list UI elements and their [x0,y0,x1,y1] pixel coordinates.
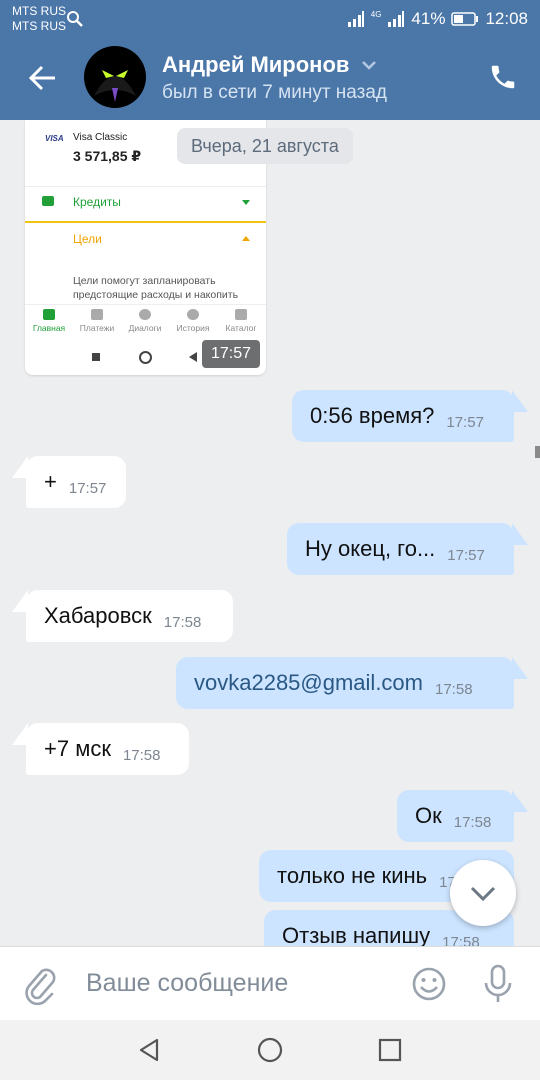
message-bubble-incoming[interactable]: Хабаровск 17:58 [26,590,233,642]
message-list[interactable]: VISA Visa Classic 3 571,85 ₽ Кредиты Цел… [0,120,540,946]
message-time: 17:57 [68,479,107,497]
microphone-icon[interactable] [482,963,514,1005]
wallet-icon [42,196,54,206]
image-timestamp: 17:57 [202,340,260,368]
credits-row: Кредиты [25,186,266,223]
message-input[interactable]: Ваше сообщение [86,969,288,998]
credits-label: Кредиты [73,195,121,209]
payments-icon [91,309,103,320]
message-time: 17:57 [446,413,484,431]
contact-name[interactable]: Андрей Миронов [162,52,349,78]
goals-description: Цели помогут запланировать предстоящие р… [73,275,239,301]
chat-header: Андрей Миронов был в сети 7 минут назад [0,38,540,120]
bubble-tail [12,590,28,612]
bubble-tail [512,390,528,412]
bubble-tail [512,790,528,812]
status-bar: MTS RUS MTS RUS 4G 41% 12:08 [0,0,540,38]
goals-label: Цели [73,232,102,246]
message-text: Хабаровск [44,603,152,628]
tab-catalog: Каталог [217,309,265,333]
card-name: Visa Classic [73,132,128,143]
message-text: 0:56 время? [310,403,435,428]
card-amount: 3 571,85 ₽ [73,148,142,164]
message-time: 17:57 [447,546,485,564]
message-text: Ну окец, го... [305,536,436,561]
cart-icon [235,309,247,320]
chat-icon [139,309,151,320]
message-text: Отзыв напишу [282,923,431,946]
operator-1: MTS RUS [12,4,66,18]
message-bubble-outgoing[interactable]: 0:56 время? 17:57 [292,390,514,442]
bubble-tail [512,523,528,545]
scrollbar[interactable] [535,446,540,458]
message-bubble-incoming[interactable]: +7 мск 17:58 [26,723,189,775]
paperclip-icon[interactable] [22,965,58,1005]
avatar[interactable] [84,46,146,108]
scroll-down-button[interactable] [450,860,516,926]
search-icon [67,11,83,27]
visa-logo: VISA [45,134,64,143]
chevron-down-icon [242,200,250,205]
message-time: 17:58 [453,813,492,831]
back-arrow-icon[interactable] [28,60,58,96]
network-type: 4G [370,9,382,19]
chevron-down-icon[interactable] [360,58,378,72]
circle-icon [139,351,152,364]
bubble-tail [512,657,528,679]
home-circle-icon[interactable] [255,1035,285,1065]
clock-icon [187,309,199,320]
status-icons: 4G 41% 12:08 [347,8,528,30]
tab-dialogs: Диалоги [121,309,169,333]
message-time: 17:58 [163,613,202,631]
tab-payments: Платежи [73,309,121,333]
system-navigation-bar [0,1020,540,1080]
tab-history: История [169,309,217,333]
chevron-up-icon [242,236,250,241]
message-composer: Ваше сообщение [0,946,540,1021]
message-bubble-outgoing[interactable]: vovka2285@gmail.com 17:58 [176,657,514,709]
square-icon [92,353,100,361]
bubble-tail [12,456,28,478]
online-status: был в сети 7 минут назад [162,82,388,103]
battery-icon [451,12,479,26]
signal-icon [347,11,364,27]
message-bubble-incoming[interactable]: + 17:57 [26,456,126,508]
email-link[interactable]: vovka2285@gmail.com [194,670,423,696]
date-separator: Вчера, 21 августа [177,128,353,164]
triangle-icon [189,352,197,362]
message-bubble-outgoing[interactable]: Ок 17:58 [397,790,514,842]
phone-call-icon[interactable] [488,62,518,92]
signal-icon-2 [388,11,405,27]
avatar-image [94,70,136,102]
emoji-icon[interactable] [410,965,448,1003]
message-time: 17:58 [442,933,480,947]
clock: 12:08 [485,9,528,28]
back-triangle-icon[interactable] [135,1035,165,1065]
home-icon [43,309,55,320]
message-time: 17:58 [435,680,473,698]
message-bubble-outgoing[interactable]: Ну окец, го... 17:57 [287,523,514,575]
battery-percent: 41% [411,9,446,28]
message-text: +7 мск [44,736,111,761]
screenshot-tabbar: Главная Платежи Диалоги История Каталог [25,304,266,345]
bubble-tail [12,723,28,745]
message-time: 17:58 [122,746,161,764]
chevron-down-icon [470,886,496,902]
operator-2: MTS RUS [12,19,66,33]
message-text: только не кинь [277,863,428,888]
message-text: Ок [415,803,442,828]
message-text: + [44,469,57,494]
tab-home: Главная [25,309,73,333]
recent-apps-icon[interactable] [375,1035,405,1065]
